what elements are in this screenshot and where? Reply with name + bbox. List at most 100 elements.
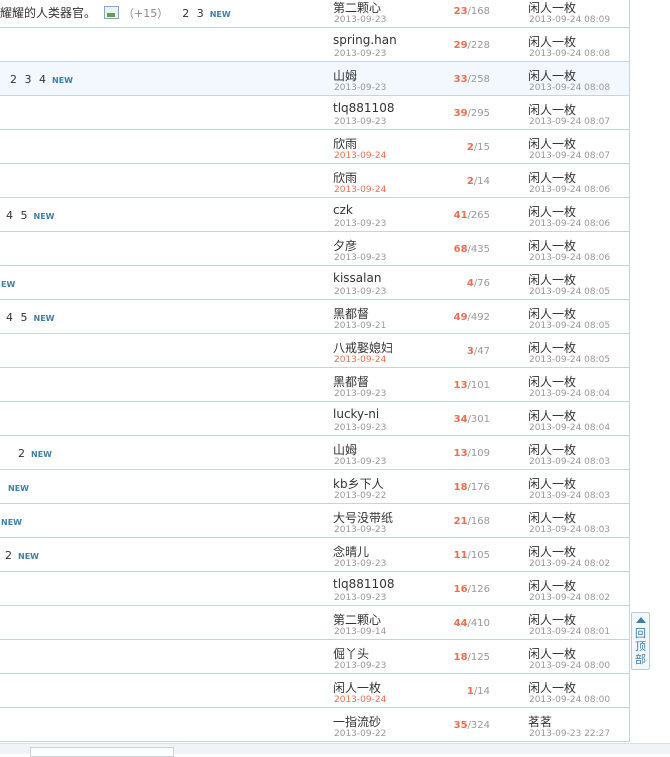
thread-row[interactable]: 闲人一枚 2013-09-24 1/14 闲人一枚 2013-09-24 08:00 [0,674,629,708]
last-post-date[interactable]: 2013-09-24 08:06 [529,185,610,195]
last-post-date[interactable]: 2013-09-24 08:07 [529,117,610,127]
reply-count[interactable]: 1 [467,686,474,697]
reply-count[interactable]: 4 [467,278,474,289]
last-post-date[interactable]: 2013-09-24 08:02 [529,559,610,569]
thread-row[interactable]: 耀耀的人类器官。 （+15） 2 3 NEW 第二颗心 2013-09-23 23/168 闲… [0,0,629,28]
thread-row[interactable]: 4 5 NEW czk 2013-09-23 41/265 闲人一枚 2013-09-24 … [0,198,629,232]
thread-row[interactable]: NEW 大号没带纸 2013-09-23 21/168 闲人一枚 2013-09-24 0… [0,504,629,538]
last-poster[interactable]: 闲人一枚 [528,101,576,118]
thread-row[interactable]: tlq881108 2013-09-23 16/126 闲人一枚 2013-09-24 … [0,572,629,606]
reply-count[interactable]: 49 [454,312,468,323]
last-poster[interactable]: 闲人一枚 [528,679,576,696]
last-post-date[interactable]: 2013-09-24 08:03 [529,457,610,467]
thread-row[interactable]: 2 NEW 念晴儿 2013-09-23 11/105 闲人一枚 2013-09-24 08… [0,538,629,572]
thread-author[interactable]: 欣雨 [333,169,357,186]
last-post-date[interactable]: 2013-09-24 08:00 [529,695,610,705]
last-poster[interactable]: 闲人一枚 [528,611,576,628]
thread-author[interactable]: 山姆 [333,441,357,458]
last-poster[interactable]: 闲人一枚 [528,441,576,458]
thread-subject[interactable]: EW [0,276,15,292]
thread-title[interactable]: 耀耀的人类器官。 [0,6,96,20]
thread-author[interactable]: spring.han [333,33,397,47]
thread-author[interactable]: 欣雨 [333,135,357,152]
thread-author[interactable]: czk [333,203,353,217]
thread-subject[interactable]: 2 NEW [18,446,52,462]
last-poster[interactable]: 闲人一枚 [528,237,576,254]
last-post-date[interactable]: 2013-09-24 08:06 [529,253,610,263]
thread-pages[interactable]: 2 3 [182,7,206,20]
back-to-top-button[interactable]: 回顶部 [631,612,650,670]
reply-count[interactable]: 13 [454,448,468,459]
last-poster[interactable]: 闲人一枚 [528,169,576,186]
last-post-date[interactable]: 2013-09-24 08:02 [529,593,610,603]
last-post-date[interactable]: 2013-09-24 08:09 [529,15,610,25]
thread-pages[interactable]: 4 5 [6,209,30,222]
last-post-date[interactable]: 2013-09-24 08:07 [529,151,610,161]
last-post-date[interactable]: 2013-09-24 08:05 [529,321,610,331]
thread-author[interactable]: lucky-ni [333,407,379,421]
thread-author[interactable]: 倔丫头 [333,645,369,662]
thread-row[interactable]: 第二颗心 2013-09-14 44/410 闲人一枚 2013-09-24 08:01 [0,606,629,640]
reply-count[interactable]: 34 [454,414,468,425]
thread-author[interactable]: kb乡下人 [333,475,384,492]
last-post-date[interactable]: 2013-09-24 08:06 [529,219,610,229]
thread-subject[interactable]: 4 5 NEW [6,310,54,326]
thread-row[interactable]: spring.han 2013-09-23 29/228 闲人一枚 2013-09-24… [0,28,629,62]
thread-author[interactable]: 第二颗心 [333,611,381,628]
reply-count[interactable]: 21 [454,516,468,527]
last-poster[interactable]: 闲人一枚 [528,305,576,322]
thread-row[interactable]: 夕彦 2013-09-23 68/435 闲人一枚 2013-09-24 08:06 [0,232,629,266]
thread-author[interactable]: 山姆 [333,67,357,84]
reply-count[interactable]: 16 [454,584,468,595]
last-poster[interactable]: 闲人一枚 [528,645,576,662]
last-poster[interactable]: 闲人一枚 [528,67,576,84]
thread-author[interactable]: 夕彦 [333,237,357,254]
last-poster[interactable]: 闲人一枚 [528,577,576,594]
thread-row[interactable]: 欣雨 2013-09-24 2/15 闲人一枚 2013-09-24 08:07 [0,130,629,164]
last-post-date[interactable]: 2013-09-24 08:04 [529,423,610,433]
reply-count[interactable]: 2 [467,142,474,153]
thread-row[interactable]: 黑都督 2013-09-23 13/101 闲人一枚 2013-09-24 08:04 [0,368,629,402]
thread-row[interactable]: 一指流砂 2013-09-22 35/324 茗茗 2013-09-23 22:27 [0,708,629,742]
thread-author[interactable]: 八戒娶媳妇 [333,339,393,356]
last-poster[interactable]: 闲人一枚 [528,0,576,16]
last-poster[interactable]: 闲人一枚 [528,135,576,152]
last-poster[interactable]: 闲人一枚 [528,407,576,424]
reply-count[interactable]: 11 [454,550,468,561]
thread-author[interactable]: 大号没带纸 [333,509,393,526]
last-poster[interactable]: 闲人一枚 [528,543,576,560]
thread-subject[interactable]: NEW [0,514,22,530]
thread-row[interactable]: tlq881108 2013-09-23 39/295 闲人一枚 2013-09-24 … [0,96,629,130]
last-poster[interactable]: 闲人一枚 [528,509,576,526]
reply-count[interactable]: 68 [454,244,468,255]
reply-count[interactable]: 44 [454,618,468,629]
thread-subject[interactable]: 4 5 NEW [6,208,54,224]
thread-subject[interactable]: 2 NEW [5,548,39,564]
reply-count[interactable]: 3 [467,346,474,357]
reply-count[interactable]: 13 [454,380,468,391]
reply-count[interactable]: 23 [454,6,468,17]
thread-pages[interactable]: 4 5 [6,311,30,324]
last-post-date[interactable]: 2013-09-24 08:01 [529,627,610,637]
thread-row[interactable]: EW kissalan 2013-09-23 4/76 闲人一枚 2013-09-24 0… [0,266,629,300]
last-post-date[interactable]: 2013-09-24 08:08 [529,49,610,59]
thread-row[interactable]: NEW kb乡下人 2013-09-22 18/176 闲人一枚 2013-09-24 0… [0,470,629,504]
last-post-date[interactable]: 2013-09-24 08:04 [529,389,610,399]
last-poster[interactable]: 闲人一枚 [528,203,576,220]
reply-count[interactable]: 2 [467,176,474,187]
reply-count[interactable]: 33 [454,74,468,85]
last-poster[interactable]: 闲人一枚 [528,373,576,390]
last-post-date[interactable]: 2013-09-24 08:03 [529,525,610,535]
last-post-date[interactable]: 2013-09-24 08:08 [529,83,610,93]
thread-row[interactable]: 4 5 NEW 黑都督 2013-09-21 49/492 闲人一枚 2013-09-24 … [0,300,629,334]
last-post-date[interactable]: 2013-09-24 08:05 [529,287,610,297]
thread-row[interactable]: 欣雨 2013-09-24 2/14 闲人一枚 2013-09-24 08:06 [0,164,629,198]
thread-author[interactable]: 黑都督 [333,373,369,390]
thread-subject[interactable]: 耀耀的人类器官。 （+15） 2 3 NEW [0,4,231,20]
thread-pages[interactable]: 2 3 4 [10,73,48,86]
thread-author[interactable]: 念晴儿 [333,543,369,560]
thread-author[interactable]: kissalan [333,271,381,285]
last-poster[interactable]: 闲人一枚 [528,33,576,50]
thread-subject[interactable]: 2 3 4 NEW [10,72,73,88]
thread-author[interactable]: tlq881108 [333,577,394,591]
